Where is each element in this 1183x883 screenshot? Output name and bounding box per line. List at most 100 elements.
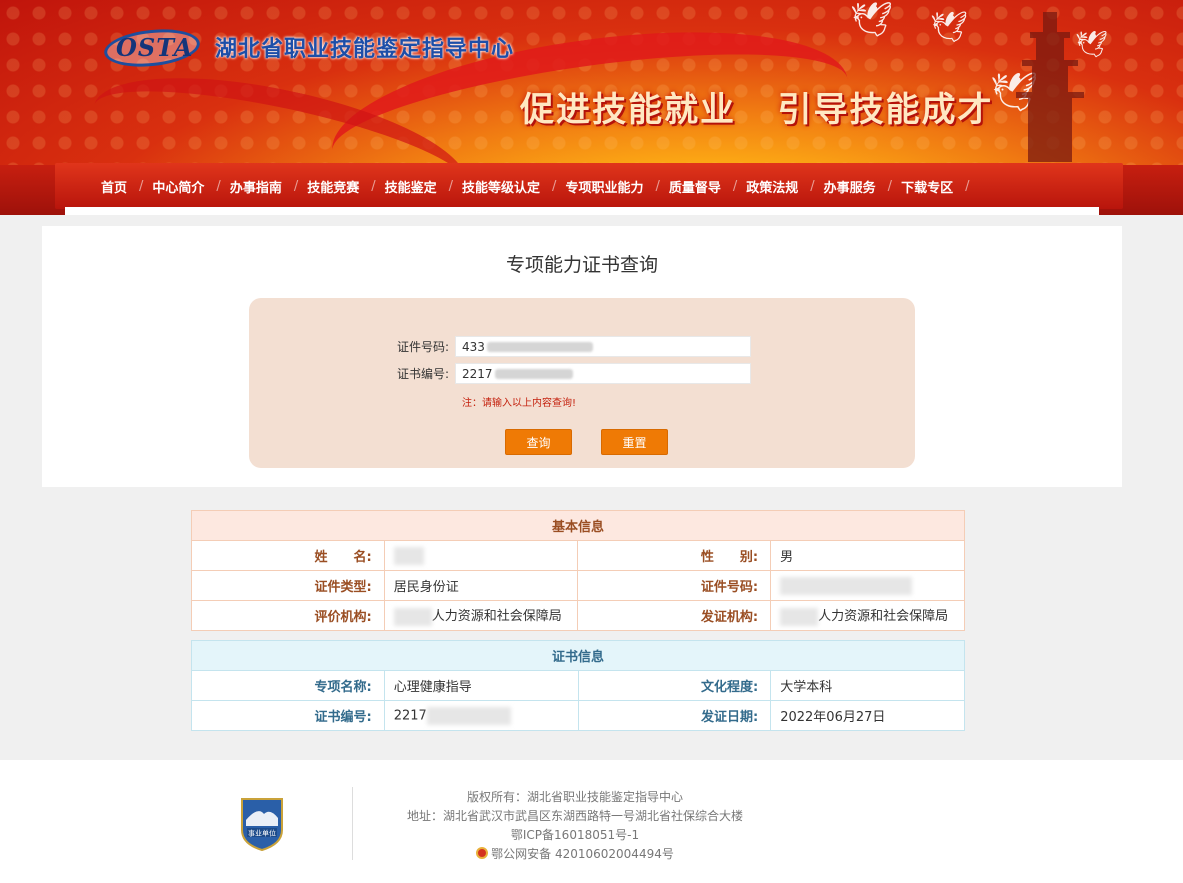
issuer-label: 发证机构: xyxy=(577,600,772,631)
redacted-text xyxy=(426,706,511,725)
eval-org-text: 人力资源和社会保障局 xyxy=(431,609,562,625)
police-record-text[interactable]: 鄂公网安备 42010602004494号 xyxy=(491,847,674,861)
nav-item-label[interactable]: 技能竞赛 xyxy=(307,177,359,196)
table-row: 姓 名: 性 别: 男 xyxy=(191,540,965,571)
eval-org-value: 人力资源和社会保障局 xyxy=(383,600,579,631)
reset-button[interactable]: 重置 xyxy=(601,429,668,455)
nav-item-level-certification[interactable]: 技能等级认定 / xyxy=(462,177,565,196)
basic-info-table: 基本信息 姓 名: 性 别: 男 证件类型: 居民身份证 证件号码: 评价机构:… xyxy=(191,510,965,631)
address-text: 地址：湖北省武汉市武昌区东湖西路特一号湖北省社保综合大楼 xyxy=(406,809,743,823)
footer-divider xyxy=(352,787,353,860)
specialty-value: 心理健康指导 xyxy=(383,670,579,701)
nav-item-label[interactable]: 技能等级认定 xyxy=(462,177,540,196)
nav-item-services[interactable]: 办事服务 / xyxy=(824,177,901,196)
specialty-label: 专项名称: xyxy=(191,670,385,701)
cert-no-text: 2217 xyxy=(393,708,427,723)
dove-icon: 🕊 xyxy=(930,10,969,45)
dove-icon: 🕊 xyxy=(850,0,894,40)
cert-info-title: 证书信息 xyxy=(191,640,965,671)
nav-item-downloads[interactable]: 下载专区 / xyxy=(901,177,978,196)
nav-item-about[interactable]: 中心简介 / xyxy=(152,177,229,196)
nav-separator: / xyxy=(732,179,738,194)
yellow-crane-tower-illustration xyxy=(1010,12,1090,162)
nav-item-guide[interactable]: 办事指南 / xyxy=(230,177,307,196)
nav-item-label[interactable]: 办事服务 xyxy=(824,177,876,196)
nav-item-appraisal[interactable]: 技能鉴定 / xyxy=(385,177,462,196)
table-row: 评价机构: 人力资源和社会保障局 发证机构: 人力资源和社会保障局 xyxy=(191,600,965,631)
issuer-value: 人力资源和社会保障局 xyxy=(770,600,965,631)
nav-item-label[interactable]: 技能鉴定 xyxy=(385,177,437,196)
footer-info: 版权所有：湖北省职业技能鉴定指导中心 地址：湖北省武汉市武昌区东湖西路特一号湖北… xyxy=(380,788,770,864)
site-footer: 事业单位 版权所有：湖北省职业技能鉴定指导中心 地址：湖北省武汉市武昌区东湖西路… xyxy=(0,760,1183,883)
nav-item-label[interactable]: 政策法规 xyxy=(746,177,798,196)
nav-separator: / xyxy=(965,179,970,194)
id-number-label: 证件号码: xyxy=(396,340,449,354)
police-badge-icon xyxy=(476,847,489,859)
nav-item-label[interactable]: 质量督导 xyxy=(669,177,721,196)
site-title[interactable]: 湖北省职业技能鉴定指导中心 xyxy=(215,31,514,63)
table-row: 专项名称: 心理健康指导 文化程度: 大学本科 xyxy=(191,670,965,701)
search-button[interactable]: 查询 xyxy=(505,429,572,455)
nav-separator: / xyxy=(810,179,815,194)
redacted-text xyxy=(486,341,593,352)
cert-no-label: 证书编号: xyxy=(191,700,385,731)
nav-item-special-ability[interactable]: 专项职业能力 / xyxy=(565,177,668,196)
nav-separator: / xyxy=(139,179,144,194)
nav-item-home[interactable]: 首页 / xyxy=(101,177,152,196)
basic-info-title: 基本信息 xyxy=(191,510,965,541)
page-title: 专项能力证书查询 xyxy=(505,254,658,276)
nav-separator: / xyxy=(371,179,376,194)
id-no-value xyxy=(770,570,965,601)
issue-date-value: 2022年06月27日 xyxy=(770,700,965,731)
redacted-text xyxy=(393,546,424,565)
issue-date-label: 发证日期: xyxy=(577,700,772,731)
id-no-label: 证件号码: xyxy=(577,570,772,601)
query-form: 证件号码: 433 证书编号: 2217 注：请输入以上内容查询! 查询 重置 xyxy=(249,298,915,468)
nav-separator: / xyxy=(887,179,893,194)
issuer-text: 人力资源和社会保障局 xyxy=(818,609,949,625)
nav-item-label[interactable]: 办事指南 xyxy=(230,177,282,196)
nav-separator: / xyxy=(552,179,557,194)
cert-number-value: 2217 xyxy=(462,366,493,381)
cert-number-row: 证书编号: 2217 xyxy=(249,363,751,384)
nav-item-label[interactable]: 专项职业能力 xyxy=(565,177,643,196)
nav-separator: / xyxy=(448,179,454,194)
gender-value: 男 xyxy=(770,540,965,571)
nav-separator: / xyxy=(293,179,299,194)
cert-number-input[interactable]: 2217 xyxy=(455,363,751,384)
nav-item-supervision[interactable]: 质量督导 / xyxy=(669,177,746,196)
nav-item-label[interactable]: 首页 xyxy=(101,177,127,196)
redacted-text xyxy=(780,576,913,595)
badge-label: 事业单位 xyxy=(248,829,276,838)
public-institution-badge-icon[interactable]: 事业单位 xyxy=(238,796,286,852)
form-note: 注：请输入以上内容查询! xyxy=(462,398,577,409)
osta-logo[interactable]: OSTA xyxy=(116,33,193,62)
nav-item-competition[interactable]: 技能竞赛 / xyxy=(307,177,384,196)
nav-separator: / xyxy=(216,179,221,194)
redacted-text xyxy=(393,607,432,626)
id-type-label: 证件类型: xyxy=(191,570,385,601)
cert-info-table: 证书信息 专项名称: 心理健康指导 文化程度: 大学本科 证书编号: 2217 … xyxy=(191,640,965,731)
copyright-text: 版权所有：湖北省职业技能鉴定指导中心 xyxy=(466,790,683,804)
id-number-input[interactable]: 433 xyxy=(455,336,751,357)
cert-number-label: 证书编号: xyxy=(396,367,449,381)
id-number-value: 433 xyxy=(462,339,485,354)
nav-item-policy[interactable]: 政策法规 / xyxy=(746,177,823,196)
education-value: 大学本科 xyxy=(770,670,965,701)
table-row: 证件类型: 居民身份证 证件号码: xyxy=(191,570,965,601)
id-number-row: 证件号码: 433 xyxy=(249,336,751,357)
query-card: 专项能力证书查询 证件号码: 433 证书编号: 2217 注：请输入以上内容查… xyxy=(42,226,1122,487)
nav-separator: / xyxy=(655,179,660,194)
gender-label: 性 别: xyxy=(577,540,772,571)
icp-link[interactable]: 鄂ICP备16018051号-1 xyxy=(380,826,770,845)
name-value xyxy=(383,540,579,571)
police-record[interactable]: 鄂公网安备 42010602004494号 xyxy=(380,845,770,864)
main-nav: 首页 / 中心简介 / 办事指南 / 技能竞赛 / 技能鉴定 / 技能等级认定 / 专项职业… xyxy=(55,163,1123,209)
nav-item-label[interactable]: 下载专区 xyxy=(901,177,953,196)
table-row: 证书编号: 2217 发证日期: 2022年06月27日 xyxy=(191,700,965,731)
nav-underline xyxy=(65,207,1099,215)
eval-org-label: 评价机构: xyxy=(191,600,385,631)
id-type-value: 居民身份证 xyxy=(383,570,579,601)
nav-item-label[interactable]: 中心简介 xyxy=(152,177,204,196)
redacted-text xyxy=(494,368,573,379)
